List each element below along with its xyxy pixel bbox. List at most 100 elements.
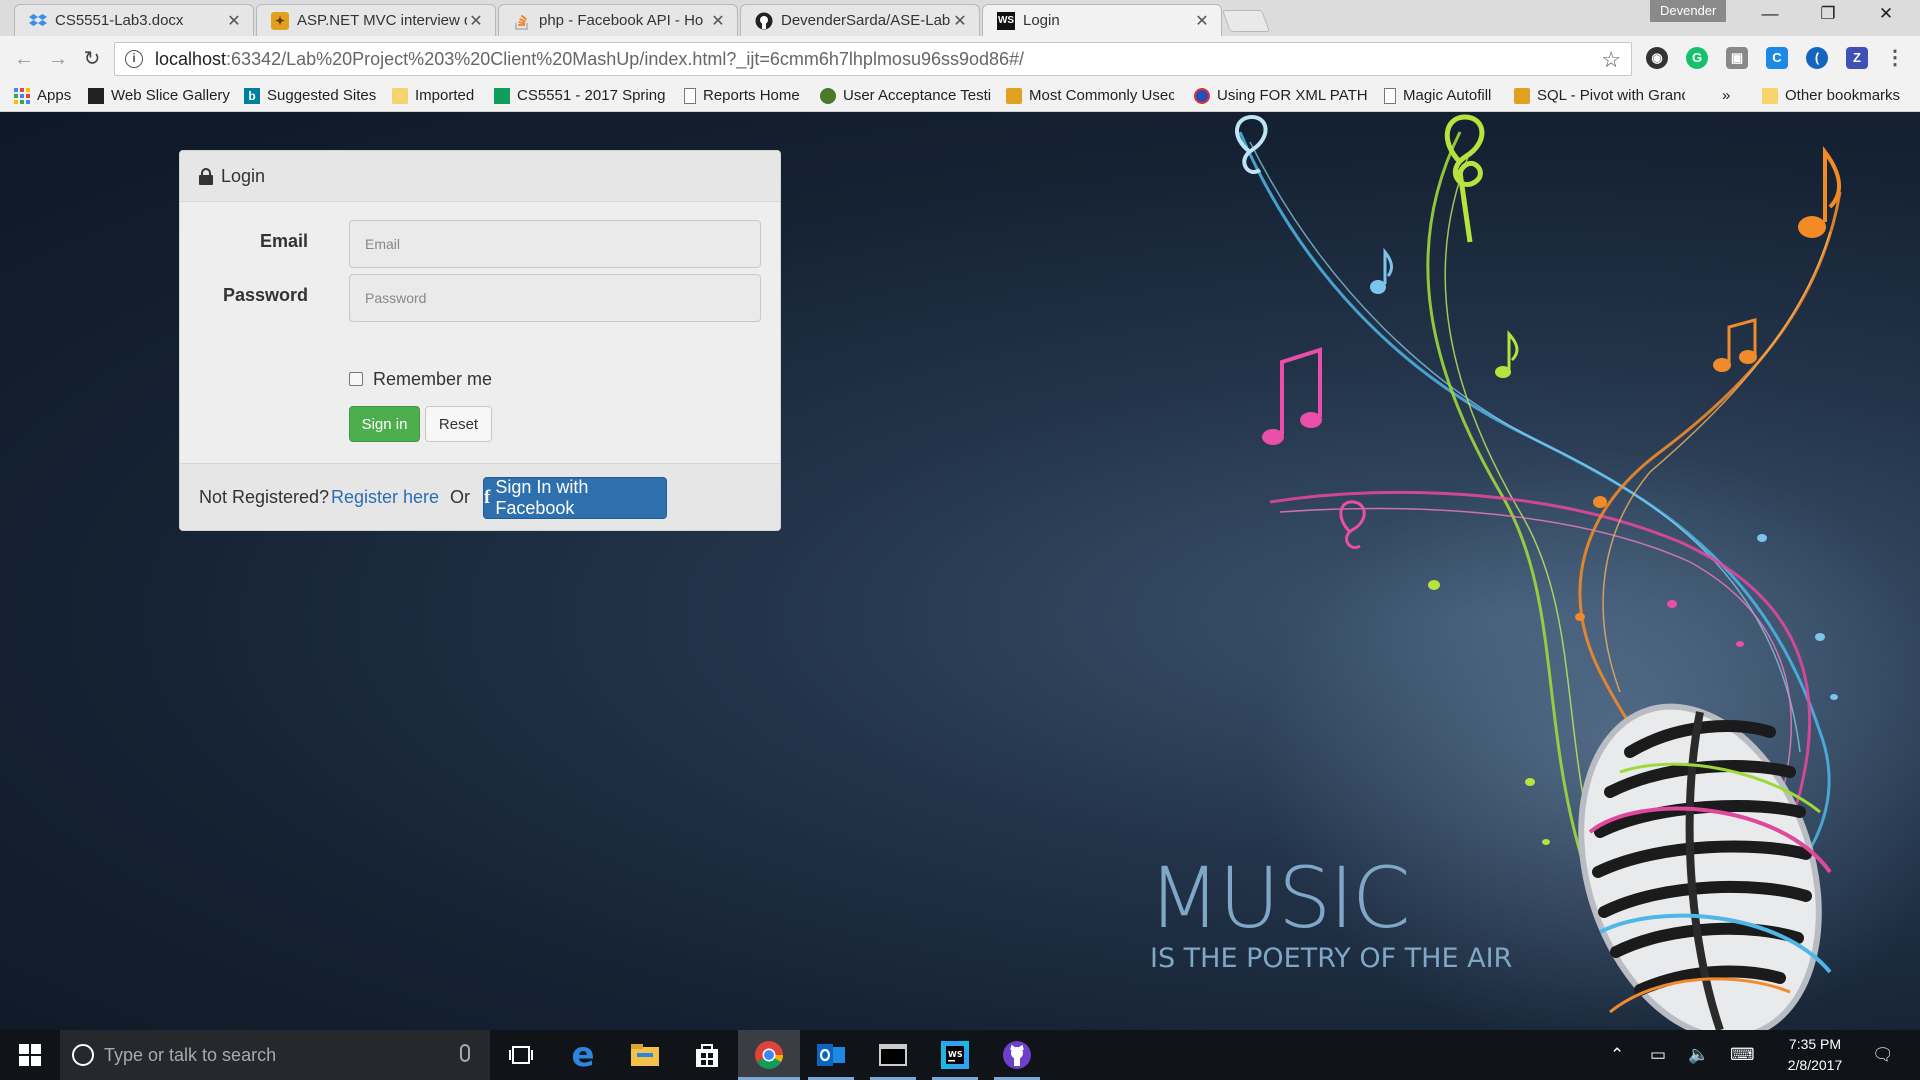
bookmarks-overflow-button[interactable]: » <box>1722 87 1730 104</box>
store-icon[interactable] <box>676 1030 738 1080</box>
restore-icon[interactable]: ❐ <box>1808 4 1848 30</box>
extension-icon[interactable]: ◉ <box>1646 47 1668 69</box>
forward-icon[interactable]: → <box>44 45 72 73</box>
volume-icon[interactable]: 🔈 <box>1688 1045 1709 1065</box>
web-slice-icon <box>88 87 104 104</box>
cortana-icon <box>72 1044 94 1066</box>
browser-tab-cs5551-lab3[interactable]: CS5551-Lab3.docx ✕ <box>14 4 254 36</box>
grammarly-icon[interactable]: G <box>1686 47 1708 69</box>
tab-title: php - Facebook API - Ho <box>539 12 704 29</box>
browser-tab-aspnet-mvc[interactable]: ✦ ASP.NET MVC interview q ✕ <box>256 4 496 36</box>
microphone-icon[interactable] <box>460 1044 470 1062</box>
bookmark-imported[interactable]: Imported <box>392 87 474 104</box>
close-tab-icon[interactable]: ✕ <box>709 11 727 31</box>
clock-time: 7:35 PM <box>1788 1036 1842 1052</box>
back-icon[interactable]: ← <box>10 45 38 73</box>
music-note-orange <box>1713 318 1757 372</box>
svg-text:WS: WS <box>948 1050 963 1059</box>
close-window-icon[interactable]: ✕ <box>1866 4 1906 30</box>
register-link[interactable]: Register here <box>331 487 439 508</box>
not-registered-text: Not Registered? <box>199 487 330 507</box>
music-note-blue <box>1370 247 1393 294</box>
menu-icon[interactable]: ⋮ <box>1884 47 1906 69</box>
browser-tab-php-facebook-api[interactable]: php - Facebook API - Ho ✕ <box>498 4 738 36</box>
bookmark-most-commonly-used[interactable]: Most Commonly Usec <box>1006 87 1174 104</box>
bookmark-label: Web Slice Gallery <box>111 87 230 104</box>
info-icon[interactable]: i <box>125 50 143 68</box>
show-hidden-icons-icon[interactable]: ⌃ <box>1610 1045 1624 1065</box>
browser-tab-strip: CS5551-Lab3.docx ✕ ✦ ASP.NET MVC intervi… <box>0 0 1920 36</box>
action-center-icon[interactable]: 🗨 <box>1872 1045 1894 1065</box>
other-bookmarks[interactable]: Other bookmarks <box>1762 87 1900 104</box>
bookmark-reports-home[interactable]: Reports Home <box>684 87 800 104</box>
extension-icon[interactable]: C <box>1766 47 1788 69</box>
taskbar-search-box[interactable]: Type or talk to search <box>60 1030 490 1080</box>
close-tab-icon[interactable]: ✕ <box>1193 11 1211 31</box>
close-tab-icon[interactable]: ✕ <box>225 11 243 31</box>
facebook-button-label: Sign In with Facebook <box>495 477 589 518</box>
outlook-icon[interactable] <box>800 1030 862 1080</box>
new-tab-button[interactable] <box>1221 10 1271 32</box>
tab-title: Login <box>1023 12 1060 29</box>
terminal-icon[interactable] <box>862 1030 924 1080</box>
close-tab-icon[interactable]: ✕ <box>467 11 485 31</box>
bookmark-for-xml-path[interactable]: Using FOR XML PATH <box>1194 87 1368 104</box>
login-panel: Login Email Password Remember me Sign in… <box>179 150 781 531</box>
bookmark-star-icon[interactable]: ☆ <box>1601 47 1621 73</box>
stackoverflow-icon <box>513 12 531 30</box>
reset-button[interactable]: Reset <box>425 406 492 442</box>
browser-tab-login[interactable]: WS Login ✕ <box>982 4 1222 36</box>
tab-title: ASP.NET MVC interview q <box>297 12 467 29</box>
minimize-icon[interactable]: — <box>1750 4 1790 30</box>
clock-date: 2/8/2017 <box>1787 1057 1843 1073</box>
edge-icon[interactable]: e <box>552 1030 614 1080</box>
bookmark-label: Reports Home <box>703 87 800 104</box>
remember-me-checkbox[interactable] <box>349 372 363 386</box>
dropbox-icon <box>29 12 47 30</box>
bookmark-user-acceptance[interactable]: User Acceptance Testi <box>820 87 991 104</box>
bookmark-label: Magic Autofill <box>1403 87 1492 104</box>
page-icon <box>1384 87 1396 104</box>
windows-taskbar: Type or talk to search e WS ⌃ ▭ 🔈 ⌨ 7:35… <box>0 1030 1920 1080</box>
page-viewport: MUSIC IS THE POETRY OF THE AIR Login Ema… <box>0 112 1920 1030</box>
url-path: :63342/Lab%20Project%203%20Client%20Mash… <box>226 48 1025 69</box>
bulb-icon: ✦ <box>271 11 289 30</box>
bookmark-web-slice-gallery[interactable]: Web Slice Gallery <box>88 87 230 104</box>
windows-start-button[interactable] <box>0 1030 60 1080</box>
remember-me-label[interactable]: Remember me <box>373 369 492 390</box>
file-explorer-icon[interactable] <box>614 1030 676 1080</box>
webstorm-icon[interactable]: WS <box>924 1030 986 1080</box>
music-headline: MUSIC <box>1148 849 1411 947</box>
bookmark-suggested-sites[interactable]: b Suggested Sites <box>244 87 376 104</box>
extension-icon[interactable]: ▣ <box>1726 47 1748 69</box>
password-field[interactable] <box>349 274 761 322</box>
reload-icon[interactable]: ↻ <box>78 45 106 73</box>
bookmark-label: Other bookmarks <box>1785 87 1901 104</box>
zotero-icon[interactable]: Z <box>1846 47 1868 69</box>
windows-logo-pane <box>19 1056 29 1066</box>
github-desktop-icon[interactable] <box>986 1030 1048 1080</box>
music-note-green <box>1495 330 1519 378</box>
taskbar-clock[interactable]: 7:35 PM 2/8/2017 <box>1770 1034 1860 1076</box>
password-label: Password <box>222 285 308 305</box>
extension-icon[interactable]: ( <box>1806 47 1828 69</box>
bookmark-magic-autofill[interactable]: Magic Autofill <box>1384 87 1491 104</box>
email-field[interactable] <box>349 220 761 268</box>
profile-button[interactable]: Devender <box>1650 0 1727 22</box>
email-label: Email <box>259 231 308 251</box>
task-view-icon[interactable] <box>490 1030 552 1080</box>
address-bar[interactable]: i localhost:63342/Lab%20Project%203%20Cl… <box>114 42 1632 76</box>
close-tab-icon[interactable]: ✕ <box>951 11 969 31</box>
chrome-icon[interactable] <box>738 1030 800 1080</box>
facebook-sign-in-button[interactable]: f Sign In with Facebook <box>483 477 667 519</box>
battery-icon[interactable]: ▭ <box>1650 1045 1666 1065</box>
bookmark-apps[interactable]: Apps <box>14 87 71 104</box>
windows-logo-icon <box>19 1044 29 1054</box>
keyboard-icon[interactable]: ⌨ <box>1730 1045 1755 1065</box>
bookmark-label: SQL - Pivot with Grand <box>1537 87 1685 104</box>
bookmark-sql-pivot[interactable]: SQL - Pivot with Grand <box>1514 87 1685 104</box>
or-text: Or <box>450 487 470 507</box>
browser-tab-github-ase-lab[interactable]: DevenderSarda/ASE-Lab ✕ <box>740 4 980 36</box>
sign-in-button[interactable]: Sign in <box>349 406 420 442</box>
bookmark-cs5551-spring[interactable]: CS5551 - 2017 Spring <box>494 87 665 104</box>
